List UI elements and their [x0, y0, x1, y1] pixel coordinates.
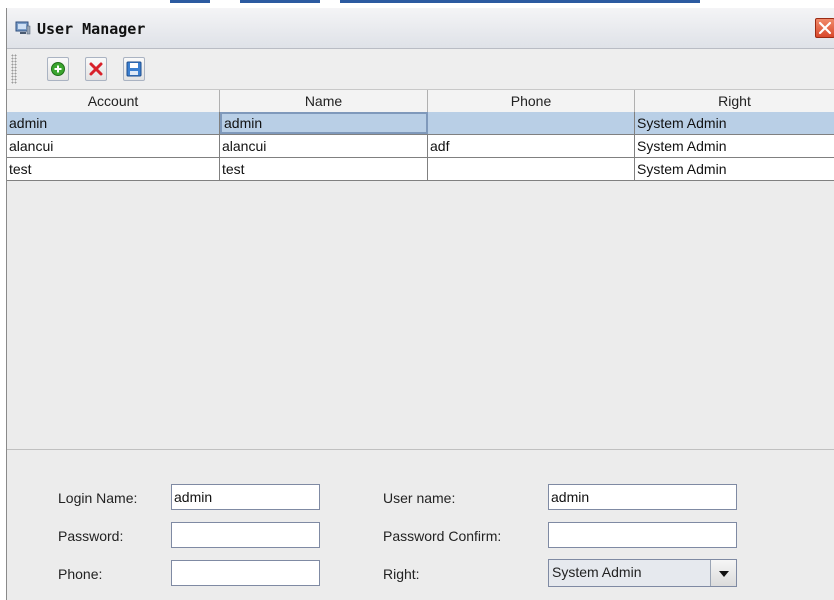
table-cell-name[interactable]: alancui: [220, 135, 428, 157]
close-icon: [816, 21, 834, 41]
close-button[interactable]: [815, 18, 834, 38]
table-cell-account[interactable]: test: [7, 158, 220, 180]
right-label: Right:: [383, 566, 420, 582]
user-form: Login Name: admin Password: Phone: User …: [7, 450, 834, 600]
table-row[interactable]: admin admin System Admin: [7, 112, 834, 135]
table-cell-right[interactable]: System Admin: [635, 135, 834, 157]
column-header-phone[interactable]: Phone: [428, 90, 635, 112]
right-select[interactable]: System Admin: [548, 559, 737, 587]
password-confirm-label: Password Confirm:: [383, 528, 502, 544]
right-dropdown-button[interactable]: [710, 560, 736, 586]
login-name-field[interactable]: admin: [171, 484, 320, 510]
column-header-right[interactable]: Right: [635, 90, 834, 112]
table-row[interactable]: test test System Admin: [7, 158, 834, 181]
table-cell-phone[interactable]: [428, 112, 635, 134]
right-select-value: System Admin: [549, 560, 712, 586]
table-cell-name[interactable]: test: [220, 158, 428, 180]
phone-field[interactable]: [171, 560, 320, 586]
table-cell-right[interactable]: System Admin: [635, 158, 834, 180]
password-field[interactable]: [171, 522, 320, 548]
password-label: Password:: [58, 528, 124, 544]
password-confirm-field[interactable]: [548, 522, 737, 548]
user-name-field[interactable]: admin: [548, 484, 737, 510]
window-title: User Manager: [37, 20, 146, 38]
column-header-name[interactable]: Name: [220, 90, 428, 112]
table-row[interactable]: alancui alancui adf System Admin: [7, 135, 834, 158]
table-cell-account[interactable]: admin: [7, 112, 220, 134]
save-button[interactable]: [123, 57, 145, 81]
phone-label: Phone:: [58, 566, 103, 582]
title-bar[interactable]: User Manager: [7, 8, 834, 49]
toolbar-grip[interactable]: [11, 54, 17, 84]
table-cell-name[interactable]: admin: [220, 112, 428, 134]
computer-icon: [15, 20, 31, 36]
login-name-label: Login Name:: [58, 490, 138, 506]
add-user-button[interactable]: [47, 57, 69, 81]
table-header: Account Name Phone Right: [7, 89, 834, 113]
background-window-strip: [0, 0, 834, 8]
table-cell-account[interactable]: alancui: [7, 135, 220, 157]
delete-user-button[interactable]: [85, 57, 107, 81]
user-manager-window: User Manager Account Name Phone Right ad…: [6, 8, 834, 600]
column-header-account[interactable]: Account: [7, 90, 220, 112]
table-cell-phone[interactable]: [428, 158, 635, 180]
user-table: Account Name Phone Right admin admin Sys…: [7, 89, 834, 450]
toolbar: [7, 49, 834, 90]
table-cell-right[interactable]: System Admin: [635, 112, 834, 134]
table-cell-phone[interactable]: adf: [428, 135, 635, 157]
user-name-label: User name:: [383, 490, 456, 506]
